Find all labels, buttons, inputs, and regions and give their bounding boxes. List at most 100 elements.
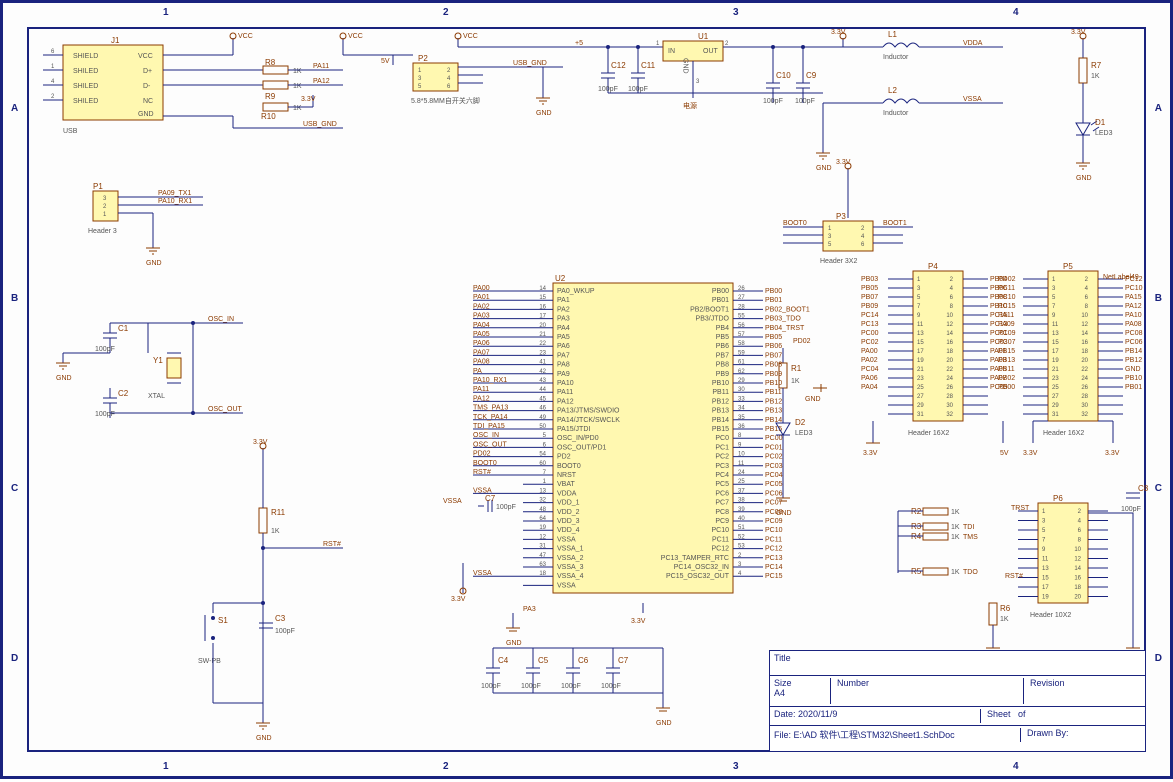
- cap-c4: C4100pF: [481, 648, 509, 693]
- svg-text:3.3V: 3.3V: [831, 29, 846, 36]
- svg-text:VSSA_4: VSSA_4: [557, 573, 584, 580]
- svg-text:12: 12: [1074, 557, 1081, 563]
- svg-text:25: 25: [1052, 385, 1059, 391]
- svg-text:GND: GND: [776, 510, 792, 517]
- svg-text:PA: PA: [473, 368, 482, 375]
- svg-text:20: 20: [539, 323, 546, 329]
- svg-text:NetLabel49: NetLabel49: [1103, 274, 1139, 281]
- svg-text:P5: P5: [1063, 262, 1073, 271]
- svg-text:PB2/BOOT1: PB2/BOOT1: [690, 306, 729, 313]
- svg-text:PC02: PC02: [861, 339, 879, 346]
- svg-text:Header 16X2: Header 16X2: [908, 430, 949, 437]
- svg-text:13: 13: [1042, 566, 1049, 572]
- svg-text:PB06: PB06: [765, 343, 782, 350]
- svg-text:D2: D2: [795, 418, 806, 427]
- svg-text:100pF: 100pF: [601, 683, 621, 690]
- svg-text:PC10: PC10: [998, 294, 1016, 301]
- svg-text:61: 61: [738, 360, 745, 366]
- svg-text:PA8: PA8: [557, 362, 570, 369]
- regulator-block: U1 IN OUT GND 123 电源 C12100pF C11100pF C…: [598, 29, 873, 172]
- svg-text:C1: C1: [118, 324, 129, 333]
- svg-text:PB15: PB15: [998, 348, 1015, 355]
- svg-text:PC15_OSC32_OUT: PC15_OSC32_OUT: [666, 573, 730, 580]
- svg-text:19: 19: [1042, 595, 1049, 601]
- svg-text:3.3V: 3.3V: [253, 439, 268, 446]
- svg-text:P4: P4: [928, 262, 938, 271]
- svg-text:PA00: PA00: [473, 285, 490, 292]
- svg-text:C10: C10: [776, 71, 791, 80]
- svg-text:3.3V: 3.3V: [1105, 450, 1120, 457]
- svg-text:100pF: 100pF: [496, 504, 516, 511]
- svg-text:55: 55: [738, 314, 745, 320]
- svg-text:NRST: NRST: [557, 472, 577, 479]
- svg-text:PA09_TX1: PA09_TX1: [158, 190, 191, 197]
- svg-text:GND: GND: [256, 735, 272, 742]
- svg-text:GND: GND: [138, 111, 154, 118]
- svg-text:PB6: PB6: [716, 343, 729, 350]
- svg-text:37: 37: [738, 488, 745, 494]
- svg-text:22: 22: [1081, 367, 1088, 373]
- svg-text:PA05: PA05: [473, 331, 490, 338]
- svg-text:PC2: PC2: [715, 454, 729, 461]
- svg-text:PA9: PA9: [557, 371, 570, 378]
- svg-text:16: 16: [1081, 340, 1088, 346]
- svg-text:GND: GND: [1125, 366, 1141, 373]
- svg-text:28: 28: [946, 394, 953, 400]
- svg-text:PB09: PB09: [861, 303, 878, 310]
- svg-text:TRST: TRST: [1011, 505, 1030, 512]
- svg-text:SHILED: SHILED: [73, 68, 98, 75]
- svg-text:36: 36: [738, 424, 745, 430]
- svg-text:29: 29: [738, 378, 745, 384]
- svg-text:48: 48: [539, 507, 546, 513]
- svg-text:12: 12: [1081, 322, 1088, 328]
- cap-c6: C6100pF: [561, 648, 589, 693]
- svg-text:PC06: PC06: [1125, 339, 1143, 346]
- svg-text:25: 25: [738, 479, 745, 485]
- svg-text:PB15: PB15: [712, 426, 729, 433]
- cap-c11: C11100pF: [628, 47, 656, 93]
- svg-text:C9: C9: [806, 71, 817, 80]
- svg-text:BOOT1: BOOT1: [883, 220, 907, 227]
- svg-text:BOOT0: BOOT0: [473, 460, 497, 467]
- svg-text:39: 39: [738, 507, 745, 513]
- svg-text:VSSA_2: VSSA_2: [557, 555, 584, 562]
- svg-text:20: 20: [946, 358, 953, 364]
- svg-text:VCC: VCC: [138, 53, 153, 60]
- svg-text:13: 13: [917, 331, 924, 337]
- svg-text:27: 27: [917, 394, 924, 400]
- svg-text:14: 14: [1074, 566, 1081, 572]
- svg-text:31: 31: [917, 412, 924, 418]
- svg-text:1K: 1K: [951, 569, 960, 576]
- svg-text:C2: C2: [118, 389, 129, 398]
- header-p5: P5 Header 16X2 12PD02PC1234PC11PC1056PC1…: [998, 262, 1143, 457]
- svg-text:PB3/JTDO: PB3/JTDO: [696, 316, 730, 323]
- svg-text:PA10: PA10: [557, 380, 574, 387]
- schematic-sheet: 1 2 3 4 1 2 3 4 A B C D A B C D J1 USB S…: [0, 0, 1173, 779]
- svg-text:23: 23: [917, 376, 924, 382]
- svg-text:21: 21: [1052, 367, 1059, 373]
- svg-text:GND: GND: [536, 110, 552, 117]
- svg-text:25: 25: [917, 385, 924, 391]
- svg-text:60: 60: [539, 461, 546, 467]
- svg-text:13: 13: [1052, 331, 1059, 337]
- svg-text:TCK_PA14: TCK_PA14: [473, 414, 508, 421]
- svg-text:PA12: PA12: [313, 78, 330, 85]
- svg-text:VDD_4: VDD_4: [557, 527, 580, 534]
- svg-text:USB_GND: USB_GND: [513, 60, 547, 67]
- svg-text:PA3: PA3: [523, 606, 536, 613]
- svg-text:PB02: PB02: [998, 375, 1015, 382]
- svg-text:1K: 1K: [293, 105, 302, 112]
- svg-text:22: 22: [539, 341, 546, 347]
- svg-text:10: 10: [946, 313, 953, 319]
- svg-text:PB07: PB07: [861, 294, 878, 301]
- svg-text:PA5: PA5: [557, 334, 570, 341]
- svg-text:17: 17: [1052, 349, 1059, 355]
- svg-text:11: 11: [1042, 557, 1049, 563]
- svg-text:64: 64: [539, 516, 546, 522]
- svg-text:45: 45: [539, 396, 546, 402]
- svg-text:56: 56: [738, 323, 745, 329]
- svg-text:20: 20: [1081, 358, 1088, 364]
- svg-text:PA01: PA01: [473, 294, 490, 301]
- svg-text:VCC: VCC: [238, 33, 253, 40]
- svg-text:C12: C12: [611, 61, 626, 70]
